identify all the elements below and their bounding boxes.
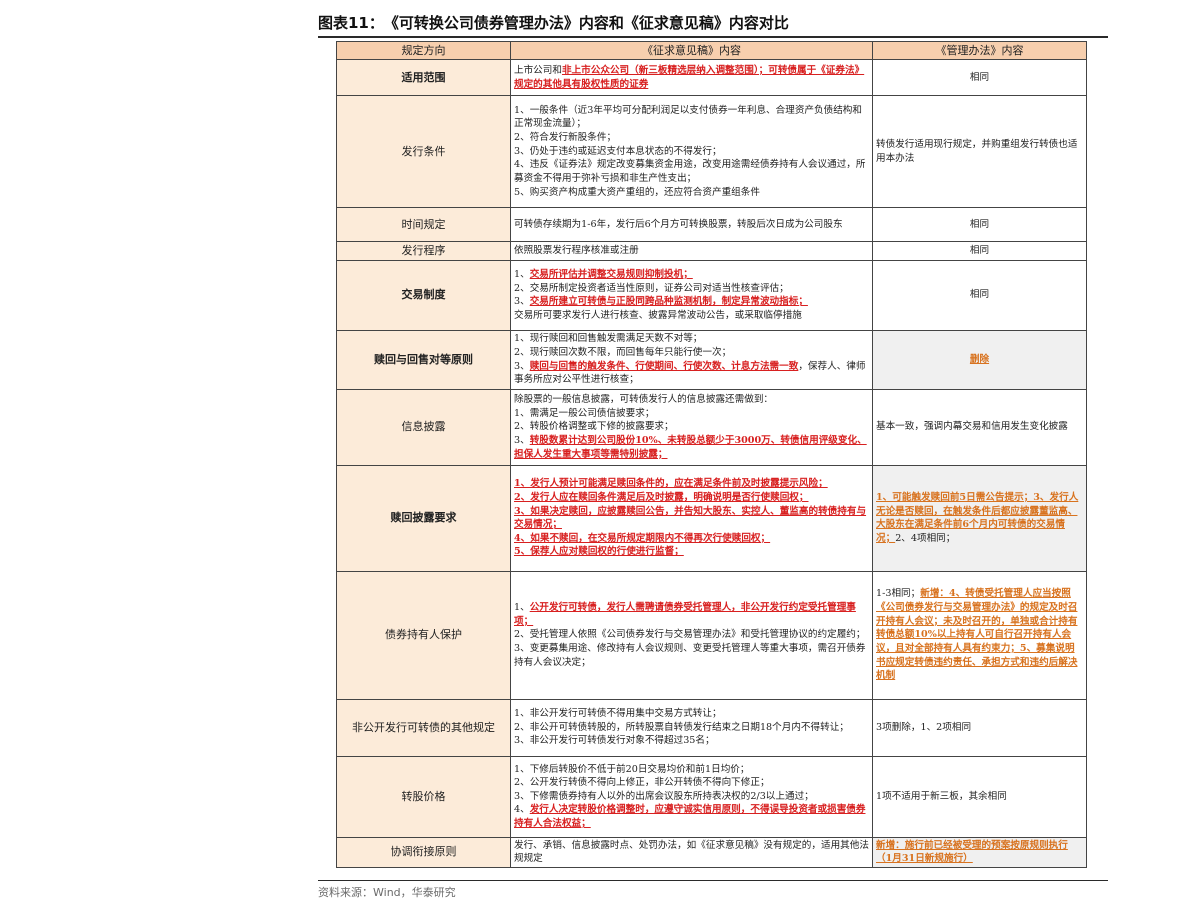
table-row: 发行程序 依照股票发行程序核准或注册 相同 bbox=[336, 241, 1087, 261]
table-row: 转股价格 1、下修后转股价不低于前20日交易均价和前1日均价； 2、公开发行转债… bbox=[336, 755, 1087, 838]
source-note: 资料来源：Wind，华泰研究 bbox=[318, 886, 456, 899]
top-rule bbox=[318, 36, 1108, 38]
table-row: 发行条件 1、一般条件（近3年平均可分配利润足以支付债券一年利息、合理资产负债结… bbox=[336, 95, 1087, 208]
row-measures-content: 3项删除，1、2项相同 bbox=[872, 698, 1087, 757]
row-measures-content: 删除 bbox=[872, 329, 1087, 390]
row-key: 交易制度 bbox=[336, 259, 511, 331]
table-row: 债券持有人保护 1、公开发行可转债，发行人需聘请债券受托管理人，非公开发行约定受… bbox=[336, 570, 1087, 700]
row-key: 非公开发行可转债的其他规定 bbox=[336, 698, 511, 757]
row-key: 发行条件 bbox=[336, 95, 511, 208]
row-draft-content: 依照股票发行程序核准或注册 bbox=[510, 241, 873, 261]
row-measures-content: 1-3相同；新增：4、转债受托管理人应当按照《公司债券发行与交易管理办法》的规定… bbox=[872, 570, 1087, 700]
row-draft-content: 可转债存续期为1-6年，发行后6个月方可转换股票，转股后次日成为公司股东 bbox=[510, 207, 873, 242]
row-key: 信息披露 bbox=[336, 388, 511, 466]
row-draft-content: 1、现行赎回和回售触发需满足天数不对等； 2、现行赎回次数不限，而回售每年只能行… bbox=[510, 329, 873, 390]
row-draft-content: 除股票的一般信息披露，可转债发行人的信息披露还需做到： 1、需满足一般公司债信披… bbox=[510, 388, 873, 466]
table-row: 时间规定 可转债存续期为1-6年，发行后6个月方可转换股票，转股后次日成为公司股… bbox=[336, 207, 1087, 242]
table-row: 信息披露 除股票的一般信息披露，可转债发行人的信息披露还需做到： 1、需满足一般… bbox=[336, 388, 1087, 466]
row-draft-content: 1、发行人预计可能满足赎回条件的，应在满足条件前及时披露提示风险； 2、发行人应… bbox=[510, 464, 873, 572]
row-measures-content: 相同 bbox=[872, 207, 1087, 242]
row-key: 发行程序 bbox=[336, 241, 511, 261]
row-draft-content: 发行、承销、信息披露时点、处罚办法，如《征求意见稿》没有规定的，适用其他法规规定 bbox=[510, 836, 873, 868]
row-measures-content: 相同 bbox=[872, 241, 1087, 261]
row-draft-content: 上市公司和非上市公众公司（新三板精选层纳入调整范围）；可转债属于《证券法》规定的… bbox=[510, 59, 873, 96]
row-key: 时间规定 bbox=[336, 207, 511, 242]
row-key: 适用范围 bbox=[336, 59, 511, 96]
row-key: 转股价格 bbox=[336, 755, 511, 838]
header-direction: 规定方向 bbox=[336, 41, 511, 60]
bottom-rule bbox=[318, 880, 1108, 881]
header-draft: 《征求意见稿》内容 bbox=[510, 41, 873, 60]
row-measures-content: 相同 bbox=[872, 259, 1087, 331]
row-key: 赎回披露要求 bbox=[336, 464, 511, 572]
table-row: 交易制度 1、交易所评估并调整交易规则抑制投机； 2、交易所制定投资者适当性原则… bbox=[336, 259, 1087, 331]
row-draft-content: 1、下修后转股价不低于前20日交易均价和前1日均价； 2、公开发行转债不得向上修… bbox=[510, 755, 873, 838]
row-draft-content: 1、一般条件（近3年平均可分配利润足以支付债券一年利息、合理资产负债结构和正常现… bbox=[510, 95, 873, 208]
row-measures-content: 相同 bbox=[872, 59, 1087, 96]
row-key: 赎回与回售对等原则 bbox=[336, 329, 511, 390]
row-key: 债券持有人保护 bbox=[336, 570, 511, 700]
table-row: 非公开发行可转债的其他规定 1、非公开发行可转债不得用集中交易方式转让； 2、非… bbox=[336, 698, 1087, 757]
figure-title: 图表11： 《可转换公司债券管理办法》内容和《征求意见稿》内容对比 bbox=[318, 14, 789, 32]
table-row: 适用范围 上市公司和非上市公众公司（新三板精选层纳入调整范围）；可转债属于《证券… bbox=[336, 59, 1087, 96]
table-row: 赎回披露要求 1、发行人预计可能满足赎回条件的，应在满足条件前及时披露提示风险；… bbox=[336, 464, 1087, 572]
row-measures-content: 新增：施行前已经被受理的预案按原规则执行（1月31日新规施行） bbox=[872, 836, 1087, 868]
comparison-table: 规定方向 《征求意见稿》内容 《管理办法》内容 适用范围 上市公司和非上市公众公… bbox=[336, 41, 1087, 868]
row-draft-content: 1、交易所评估并调整交易规则抑制投机； 2、交易所制定投资者适当性原则，证券公司… bbox=[510, 259, 873, 331]
row-measures-content: 1、可能触发赎回前5日需公告提示；3、发行人无论是否赎回，在触发条件后都应披露董… bbox=[872, 464, 1087, 572]
header-measures: 《管理办法》内容 bbox=[872, 41, 1087, 60]
row-measures-content: 基本一致，强调内幕交易和信用发生变化披露 bbox=[872, 388, 1087, 466]
header-row: 规定方向 《征求意见稿》内容 《管理办法》内容 bbox=[336, 41, 1087, 60]
row-key: 协调衔接原则 bbox=[336, 836, 511, 868]
row-draft-content: 1、非公开发行可转债不得用集中交易方式转让； 2、非公开可转债转股的，所转股票自… bbox=[510, 698, 873, 757]
table-row: 协调衔接原则 发行、承销、信息披露时点、处罚办法，如《征求意见稿》没有规定的，适… bbox=[336, 836, 1087, 868]
row-measures-content: 1项不适用于新三板，其余相同 bbox=[872, 755, 1087, 838]
row-measures-content: 转债发行适用现行规定，并购重组发行转债也适用本办法 bbox=[872, 95, 1087, 208]
table-row: 赎回与回售对等原则 1、现行赎回和回售触发需满足天数不对等； 2、现行赎回次数不… bbox=[336, 329, 1087, 390]
row-draft-content: 1、公开发行可转债，发行人需聘请债券受托管理人，非公开发行约定受托管理事项； 2… bbox=[510, 570, 873, 700]
